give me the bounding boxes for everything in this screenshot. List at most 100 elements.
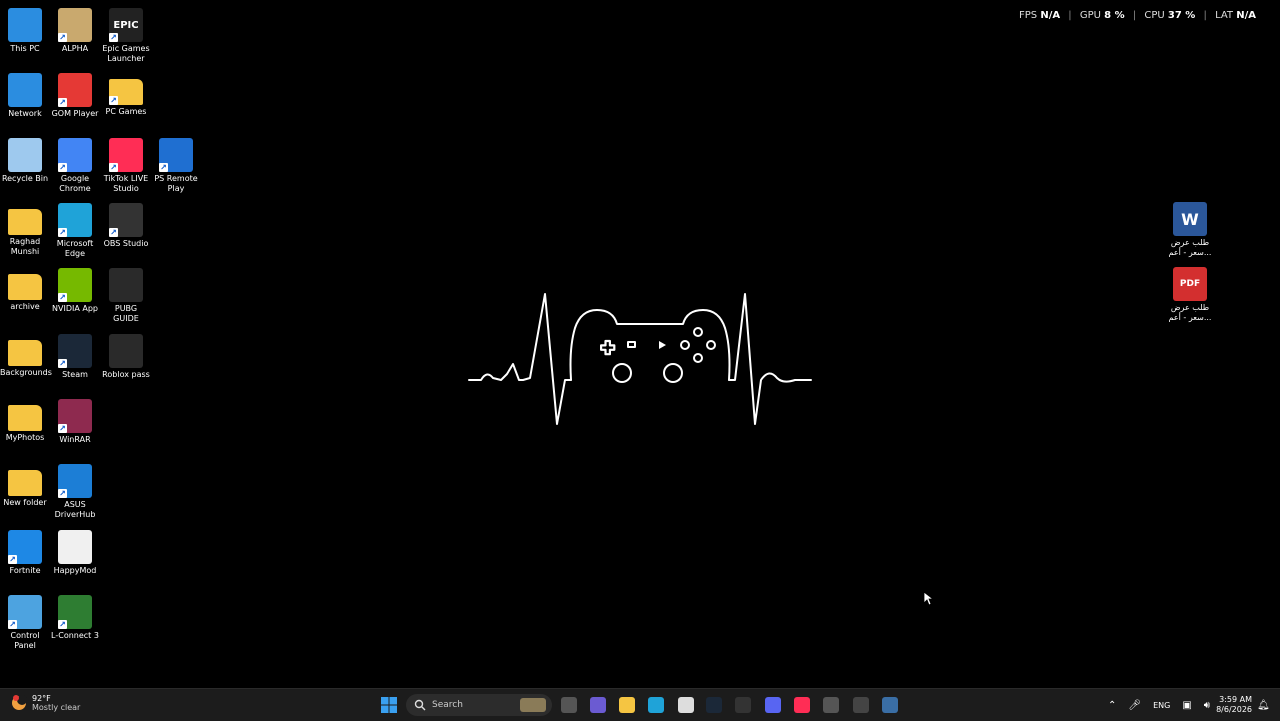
app-icon [882, 697, 898, 713]
ps-icon: ↗ [159, 138, 193, 172]
desktop-icon-label: WinRAR [59, 435, 91, 444]
desktop-icon[interactable]: New folder [0, 464, 50, 508]
folder-icon [8, 470, 42, 496]
obs-icon [823, 697, 839, 713]
shortcut-arrow-icon: ↗ [8, 555, 17, 564]
desktop-icon[interactable]: ↗ OBS Studio [101, 203, 151, 249]
gom-icon: ↗ [58, 73, 92, 107]
desktop-icon[interactable]: EPIC ↗ Epic Games Launcher [101, 8, 151, 64]
fortnite-icon: ↗ [8, 530, 42, 564]
desktop-icon[interactable]: PUBG GUIDE [101, 268, 151, 324]
shortcut-arrow-icon: ↗ [58, 98, 67, 107]
desktop-icon[interactable]: ↗ Control Panel [0, 595, 50, 651]
windows-icon [381, 697, 397, 713]
overlay-separator: | [1203, 10, 1207, 21]
clock[interactable]: 3:59 AM 8/6/2026 [1216, 689, 1252, 721]
search-input[interactable]: Search [406, 694, 552, 716]
desktop-icon[interactable]: Roblox pass [101, 334, 151, 380]
desktop-icon[interactable]: ↗ L-Connect 3 [50, 595, 100, 641]
network-icon[interactable]: ▣ [1182, 700, 1191, 711]
desktop-icon-label: PC Games [105, 107, 147, 116]
app-taskbar-button[interactable] [880, 695, 900, 715]
desktop-icon[interactable]: ↗ ASUS DriverHub [50, 464, 100, 520]
desktop-icon-label: طلب عرض سعر - أعم... [1168, 303, 1212, 322]
weather-widget[interactable]: 92°F Mostly clear [10, 694, 80, 712]
word-icon: W [1173, 202, 1207, 236]
desktop-icon[interactable]: ↗ TikTok LIVE Studio [101, 138, 151, 194]
desktop-icon[interactable]: ↗ GOM Player [50, 73, 100, 119]
weather-moon-icon [12, 695, 27, 710]
notification-button[interactable]: 🔔︎ [1257, 689, 1270, 721]
desktop-icon[interactable]: This PC [0, 8, 50, 54]
nvidia-icon: ↗ [58, 268, 92, 302]
tiktok-taskbar-button[interactable] [792, 695, 812, 715]
image-icon [109, 334, 143, 368]
store-button[interactable] [676, 695, 696, 715]
epic-taskbar-button[interactable] [851, 695, 871, 715]
copilot-button[interactable] [588, 695, 608, 715]
desktop-icon-label: New folder [3, 498, 47, 507]
desktop-icon[interactable]: Backgrounds [0, 334, 52, 378]
desktop-icon[interactable]: Recycle Bin [0, 138, 50, 184]
game-taskbar-button[interactable] [733, 695, 753, 715]
desktop-icon-label: archive [10, 302, 40, 311]
fps-label: FPS [1019, 10, 1038, 21]
desktop-icon-label: GOM Player [51, 109, 99, 118]
steam-taskbar-button[interactable] [704, 695, 724, 715]
desktop-icon[interactable]: ↗ PC Games [101, 73, 151, 117]
edge-icon [648, 697, 664, 713]
desktop-icon-label: L-Connect 3 [51, 631, 99, 640]
desktop-icon[interactable]: PDF طلب عرض سعر - أعم... [1165, 267, 1215, 323]
desktop-icon[interactable]: Raghad Munshi [0, 203, 50, 257]
desktop-icon[interactable]: Network [0, 73, 50, 119]
epic-icon: EPIC ↗ [109, 8, 143, 42]
desktop-icon[interactable]: ↗ ALPHA [50, 8, 100, 54]
shortcut-arrow-icon: ↗ [109, 228, 118, 237]
file-explorer-button[interactable] [617, 695, 637, 715]
desktop-icon-label: PUBG GUIDE [113, 304, 139, 323]
edge-taskbar-button[interactable] [646, 695, 666, 715]
shortcut-arrow-icon: ↗ [58, 163, 67, 172]
desktop-icon-label: MyPhotos [5, 433, 45, 442]
desktop-icon[interactable]: ↗ Google Chrome [50, 138, 100, 194]
desktop-icon[interactable]: ↗ NVIDIA App [50, 268, 100, 314]
desktop-icon-label: Backgrounds [0, 368, 52, 377]
desktop-icon-label: Google Chrome [59, 174, 91, 193]
taskbar: 92°F Mostly clear Search ⌃ 🎤︎ ENG ▣ 🔊︎ 3… [0, 688, 1280, 721]
desktop-icon[interactable]: ↗ PS Remote Play [151, 138, 201, 194]
desktop-icon-label: Raghad Munshi [9, 237, 41, 256]
lat-value: N/A [1236, 10, 1256, 21]
microphone-icon[interactable]: 🎤︎ [1128, 700, 1141, 711]
shortcut-arrow-icon: ↗ [8, 620, 17, 629]
task-view-button[interactable] [559, 695, 579, 715]
desktop-icon[interactable]: ↗ WinRAR [50, 399, 100, 445]
chevron-up-icon[interactable]: ⌃ [1108, 700, 1116, 711]
folder-icon: ↗ [109, 79, 143, 105]
weather-desc: Mostly clear [32, 703, 81, 712]
pdf-icon: PDF [1173, 267, 1207, 301]
folder-icon [8, 405, 42, 431]
obs-taskbar-button[interactable] [821, 695, 841, 715]
desktop-icon-label: ASUS DriverHub [54, 500, 96, 519]
control-panel-icon: ↗ [8, 595, 42, 629]
desktop-icon[interactable]: W طلب عرض سعر - أعم... [1165, 202, 1215, 258]
desktop-icon[interactable]: ↗ Fortnite [0, 530, 50, 576]
network-icon [8, 73, 42, 107]
desktop-icon[interactable]: ↗ Steam [50, 334, 100, 380]
shortcut-arrow-icon: ↗ [58, 228, 67, 237]
edge-icon: ↗ [58, 203, 92, 237]
desktop-icon-label: HappyMod [53, 566, 97, 575]
desktop-icon[interactable]: MyPhotos [0, 399, 50, 443]
start-button[interactable] [379, 695, 399, 715]
chrome-icon: ↗ [58, 138, 92, 172]
folder-icon [619, 697, 635, 713]
desktop-icon[interactable]: archive [0, 268, 50, 312]
epic-icon [853, 697, 869, 713]
language-indicator[interactable]: ENG [1153, 701, 1170, 710]
desktop-icon[interactable]: ↗ Microsoft Edge [50, 203, 100, 259]
discord-taskbar-button[interactable] [763, 695, 783, 715]
obs-icon: ↗ [109, 203, 143, 237]
desktop-icon[interactable]: HappyMod [50, 530, 100, 576]
desktop-icon-label: OBS Studio [103, 239, 149, 248]
volume-icon[interactable]: 🔊︎ [1204, 700, 1210, 711]
